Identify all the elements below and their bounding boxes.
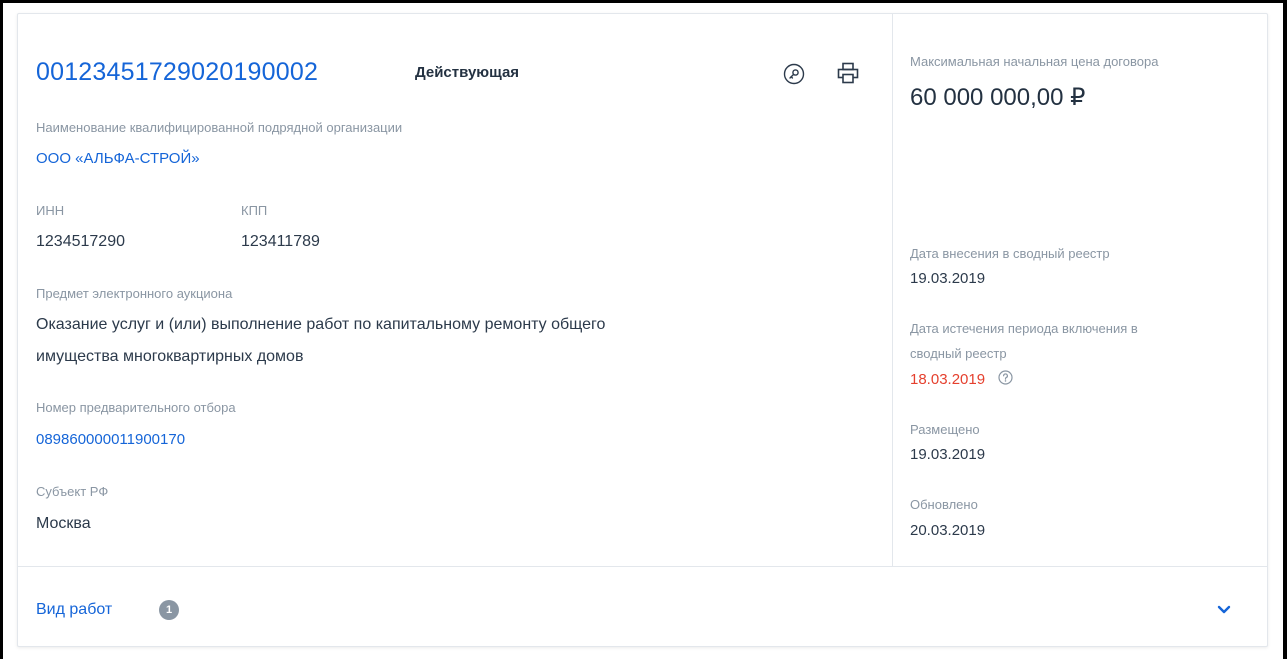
region-label: Субъект РФ (36, 484, 109, 499)
kpp-label: КПП (241, 203, 268, 218)
status-badge: Действующая (415, 64, 520, 81)
expiry-date-label-line2: сводный реестр (910, 346, 1007, 361)
organization-label: Наименование квалифицированной подрядной… (36, 120, 403, 135)
placed-date-label: Размещено (910, 422, 980, 437)
window-frame-top (0, 0, 1287, 3)
subject-label: Предмет электронного аукциона (36, 286, 233, 301)
preselection-link[interactable]: 089860000011900170 (36, 431, 185, 448)
work-types-count-badge: 1 (159, 600, 179, 620)
expiry-date-row: 18.03.2019 (910, 370, 1013, 390)
kpp-value: 123411789 (241, 233, 320, 250)
expiry-date-label-line1: Дата истечения периода включения в (910, 321, 1138, 336)
subject-value-line1: Оказание услуг и (или) выполнение работ … (36, 316, 606, 333)
updated-date-value: 20.03.2019 (910, 522, 986, 539)
registry-card: 00123451729020190002 Действующая Наимено… (17, 13, 1268, 647)
expiry-date-value: 18.03.2019 (910, 371, 986, 389)
organization-link[interactable]: ООО «АЛЬФА-СТРОЙ» (36, 150, 200, 167)
subject-value-line2: имущества многоквартирных домов (36, 348, 304, 365)
preselection-label: Номер предварительного отбора (36, 400, 236, 415)
price-value: 60 000 000,00 ₽ (910, 84, 1086, 111)
work-types-label[interactable]: Вид работ (36, 601, 112, 619)
inn-value: 1234517290 (36, 233, 125, 250)
entered-date-label: Дата внесения в сводный реестр (910, 246, 1110, 261)
price-label: Максимальная начальная цена договора (910, 54, 1159, 69)
key-icon[interactable] (783, 63, 805, 85)
inn-label: ИНН (36, 203, 65, 218)
question-circle-icon[interactable] (997, 370, 1013, 390)
region-value: Москва (36, 515, 91, 532)
entered-date-value: 19.03.2019 (910, 270, 986, 287)
window-frame-left (0, 0, 3, 659)
registry-number-link[interactable]: 00123451729020190002 (36, 58, 318, 87)
work-types-toggle[interactable]: Вид работ 1 (18, 567, 1267, 646)
column-divider (892, 14, 893, 566)
updated-date-label: Обновлено (910, 497, 978, 512)
window-frame-right (1283, 0, 1287, 659)
chevron-down-icon[interactable] (1217, 602, 1231, 620)
printer-icon[interactable] (836, 61, 860, 85)
placed-date-value: 19.03.2019 (910, 446, 986, 463)
